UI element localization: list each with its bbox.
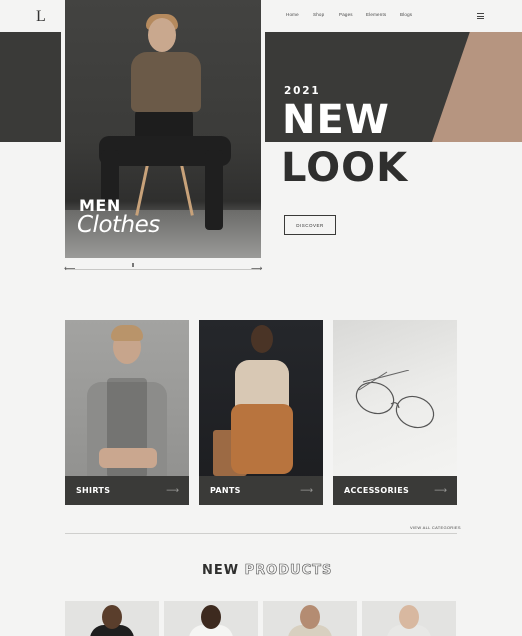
nav-item-home[interactable]: Home <box>286 12 299 17</box>
nav-item-shop[interactable]: Shop <box>313 12 324 17</box>
category-title: ACCESSORIES <box>344 486 410 495</box>
category-title: PANTS <box>210 486 241 495</box>
title-word-new: NEW <box>202 563 240 578</box>
section-divider <box>65 533 457 534</box>
page: L Home Shop Pages Elements Blogs MEN Clo… <box>0 0 522 636</box>
category-label-bar: SHIRTS ⟶ <box>65 476 189 505</box>
arrow-right-icon[interactable]: ⟶ <box>300 485 313 496</box>
new-products-title: NEW PRODUCTS <box>202 563 333 579</box>
category-label-bar: PANTS ⟶ <box>199 476 323 505</box>
nav-item-elements[interactable]: Elements <box>366 12 386 17</box>
slider-indicator <box>132 263 134 267</box>
product-card[interactable] <box>164 601 258 636</box>
model-shin-left <box>101 150 119 202</box>
hero-headline-look: LOOK <box>281 145 409 191</box>
product-model-head <box>399 605 419 629</box>
chair-leg <box>135 160 150 216</box>
category-label-bar: ACCESSORIES ⟶ <box>333 476 457 505</box>
hero-accent-shape <box>432 32 522 142</box>
nav-item-pages[interactable]: Pages <box>339 12 353 17</box>
product-model-head <box>102 605 122 629</box>
hero-headline-new: NEW <box>282 97 390 143</box>
model-hair <box>111 325 143 341</box>
product-card[interactable] <box>263 601 357 636</box>
category-card-accessories[interactable]: ACCESSORIES ⟶ <box>333 320 457 505</box>
hero-band-left <box>0 32 61 142</box>
site-logo[interactable]: L <box>36 8 46 26</box>
nav-item-blogs[interactable]: Blogs <box>400 12 412 17</box>
chair-leg <box>179 160 194 216</box>
slider-next-arrow-icon[interactable]: ⟶ <box>251 264 262 273</box>
category-card-shirts[interactable]: SHIRTS ⟶ <box>65 320 189 505</box>
hero-year: 2021 <box>284 85 321 97</box>
product-card[interactable] <box>362 601 456 636</box>
hamburger-menu-icon[interactable] <box>477 13 484 19</box>
model-pants <box>231 404 293 474</box>
title-word-products: PRODUCTS <box>244 563 333 579</box>
discover-button[interactable]: DISCOVER <box>284 215 336 235</box>
category-card-pants[interactable]: PANTS ⟶ <box>199 320 323 505</box>
model-torso <box>131 52 201 112</box>
eyeglasses-icon <box>355 370 435 429</box>
hero-model-photo: MEN Clothes <box>65 0 261 258</box>
product-model-head <box>201 605 221 629</box>
view-all-categories-link[interactable]: VIEW ALL CATEGORIES <box>410 525 461 530</box>
hero-caption-clothes: Clothes <box>77 212 160 238</box>
model-shin-right <box>205 150 223 230</box>
model-arms <box>99 448 157 468</box>
product-card[interactable] <box>65 601 159 636</box>
slider-track <box>65 269 261 270</box>
category-title: SHIRTS <box>76 486 111 495</box>
model-head <box>148 18 176 52</box>
slider-prev-arrow-icon[interactable]: ⟵ <box>64 264 75 273</box>
model-sweater <box>235 360 289 410</box>
arrow-right-icon[interactable]: ⟶ <box>434 485 447 496</box>
product-model-head <box>300 605 320 629</box>
model-head <box>251 325 273 353</box>
arrow-right-icon[interactable]: ⟶ <box>166 485 179 496</box>
